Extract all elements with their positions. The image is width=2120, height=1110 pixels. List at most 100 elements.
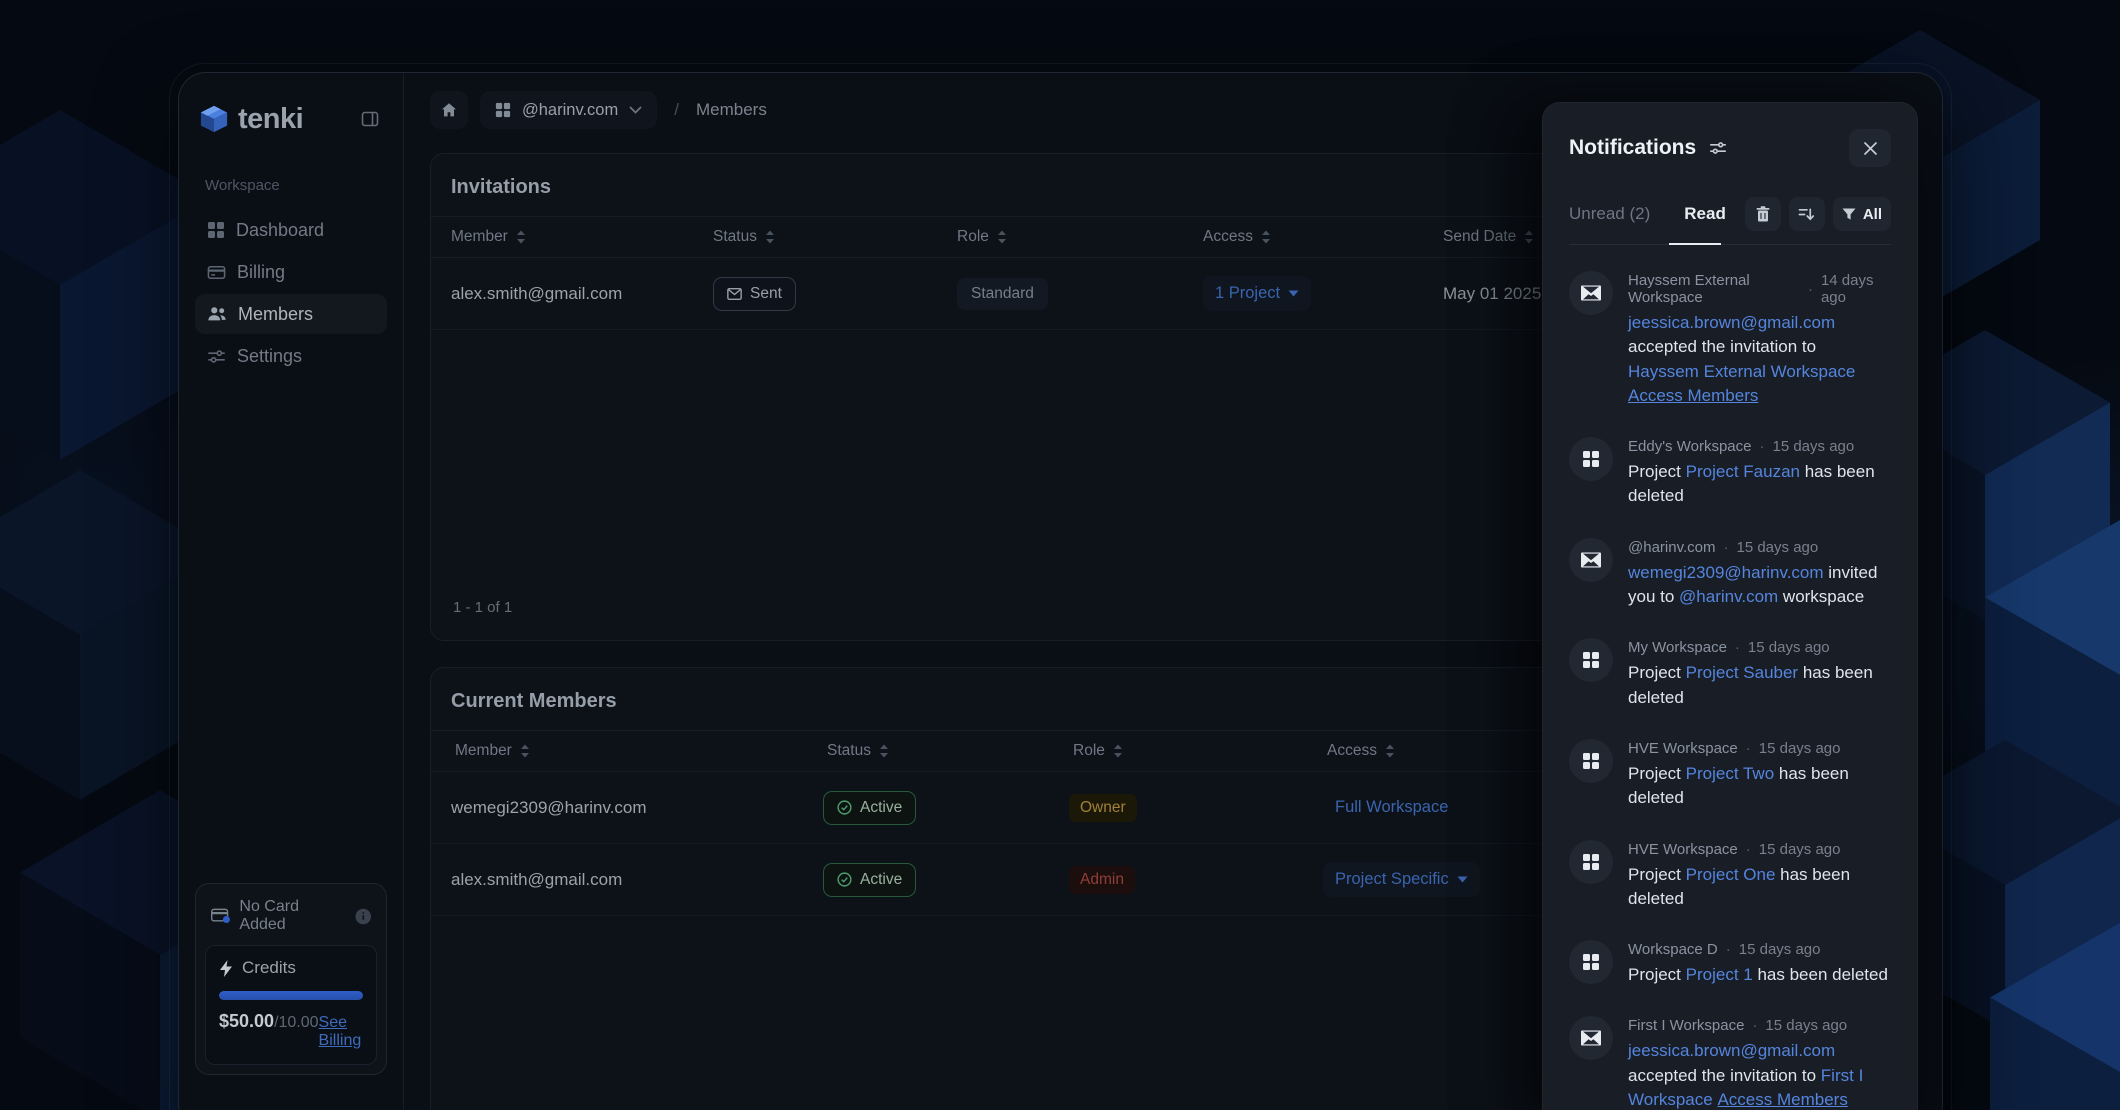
separator-dot: · [1808,281,1813,298]
credits-label: Credits [242,958,296,978]
column-header-status[interactable]: Status [713,228,957,246]
brand-name: tenki [238,103,303,136]
separator-dot: · [1735,639,1740,656]
filter-all-label: All [1863,206,1882,223]
workspace-switcher[interactable]: @harinv.com [480,91,657,129]
access-full-workspace[interactable]: Full Workspace [1323,790,1460,825]
separator-dot: · [1723,539,1728,556]
credits-quota: /10.00 [274,1014,318,1032]
breadcrumb-page: Members [696,100,767,120]
column-header-member[interactable]: Member [451,228,713,246]
logo: tenki [195,99,387,139]
notification-meta: HVE Workspace · 15 days ago [1628,740,1891,757]
notification-text: Project Project 1 has been deleted [1628,963,1888,987]
trash-icon [1756,206,1770,222]
close-icon [1863,141,1878,156]
sidebar-item-billing[interactable]: Billing [195,252,387,292]
access-members-link[interactable]: Access Members [1717,1088,1847,1110]
sort-notifications-button[interactable] [1789,197,1825,231]
sort-icon [765,230,775,244]
card-status-text: No Card Added [239,898,345,934]
sidebar-item-settings[interactable]: Settings [195,336,387,376]
notification-meta: Workspace D · 15 days ago [1628,941,1888,958]
tab-unread[interactable]: Unread (2) [1569,204,1650,224]
filter-icon [1842,208,1856,221]
column-header-status[interactable]: Status [827,742,1073,760]
notification-text: jeessica.brown@gmail.com accepted the in… [1628,1039,1891,1110]
sidebar-item-members[interactable]: Members [195,294,387,334]
separator-dot: · [1746,740,1751,757]
notification-text: Project Project Sauber has been deleted [1628,661,1891,710]
sort-icon [1385,744,1395,758]
credits-card: Credits $50.00 /10.00 See Billing [205,945,377,1065]
sort-icon [1113,744,1123,758]
sort-icon [516,230,526,244]
billing-widget: No Card Added Credits [195,883,387,1075]
see-billing-link[interactable]: See Billing [319,1014,363,1050]
sidebar-item-dashboard[interactable]: Dashboard [195,210,387,250]
collapse-sidebar-button[interactable] [357,106,383,132]
mail-icon [1569,538,1613,582]
sidebar: tenki Workspace Dashboard [179,73,403,1110]
notification-item[interactable]: HVE Workspace · 15 days ago Project Proj… [1569,739,1891,811]
credits-title: Credits [219,958,363,978]
notification-meta: HVE Workspace · 15 days ago [1628,841,1891,858]
chevron-down-icon [1288,290,1299,297]
notification-item[interactable]: @harinv.com · 15 days ago wemegi2309@har… [1569,538,1891,610]
grid-icon [495,102,511,118]
status-badge-active: Active [823,791,916,825]
separator-dot: · [1759,438,1764,455]
column-header-role[interactable]: Role [957,228,1203,246]
role-badge: Standard [957,278,1048,310]
notification-text: Project Project One has been deleted [1628,863,1891,912]
filter-all-button[interactable]: All [1833,197,1891,231]
column-header-access[interactable]: Access [1203,228,1443,246]
card-status-row: No Card Added [205,893,377,945]
notification-meta: Eddy's Workspace · 15 days ago [1628,438,1891,455]
users-icon [207,305,227,323]
home-button[interactable] [430,91,468,129]
member-email: wemegi2309@harinv.com [451,798,823,818]
notification-item[interactable]: My Workspace · 15 days ago Project Proje… [1569,638,1891,710]
column-header-member[interactable]: Member [455,742,827,760]
info-icon[interactable] [355,908,371,925]
chevron-down-icon [629,106,642,114]
tab-read[interactable]: Read [1684,204,1726,224]
notification-text: Project Project Fauzan has been deleted [1628,460,1891,509]
close-panel-button[interactable] [1849,129,1891,167]
sliders-icon[interactable] [1709,139,1727,157]
status-badge-sent: Sent [713,277,796,311]
sort-descending-icon [1798,207,1815,222]
grid-icon [1569,739,1613,783]
notifications-title: Notifications [1569,136,1696,160]
tenki-logo-icon [199,104,229,134]
delete-notifications-button[interactable] [1745,197,1781,231]
access-members-link[interactable]: Access Members [1628,384,1758,408]
role-badge-owner: Owner [1069,794,1137,822]
sort-icon [1261,230,1271,244]
sort-icon [1524,230,1534,244]
mail-icon [1569,271,1613,315]
notification-item[interactable]: Workspace D · 15 days ago Project Projec… [1569,940,1891,987]
notification-item[interactable]: First I Workspace · 15 days ago jeessica… [1569,1016,1891,1110]
notification-item[interactable]: Eddy's Workspace · 15 days ago Project P… [1569,437,1891,509]
notifications-header: Notifications [1569,129,1891,167]
sidebar-item-label: Members [238,304,313,325]
notification-meta: My Workspace · 15 days ago [1628,639,1891,656]
access-dropdown[interactable]: 1 Project [1203,276,1311,311]
grid-icon [1569,638,1613,682]
notification-meta: First I Workspace · 15 days ago [1628,1017,1891,1034]
notification-item[interactable]: HVE Workspace · 15 days ago Project Proj… [1569,840,1891,912]
column-header-role[interactable]: Role [1073,742,1327,760]
sidebar-item-label: Dashboard [236,220,324,241]
notifications-panel: Notifications Unread (2) Read [1542,102,1918,1110]
chevron-down-icon [1457,876,1468,883]
sidebar-item-label: Settings [237,346,302,367]
credits-amount: $50.00 [219,1011,274,1032]
access-dropdown[interactable]: Project Specific [1323,862,1480,897]
separator-dot: · [1746,841,1751,858]
separator-dot: · [1752,1017,1757,1034]
sort-icon [879,744,889,758]
home-icon [441,102,457,118]
notification-item[interactable]: Hayssem External Workspace · 14 days ago… [1569,271,1891,408]
